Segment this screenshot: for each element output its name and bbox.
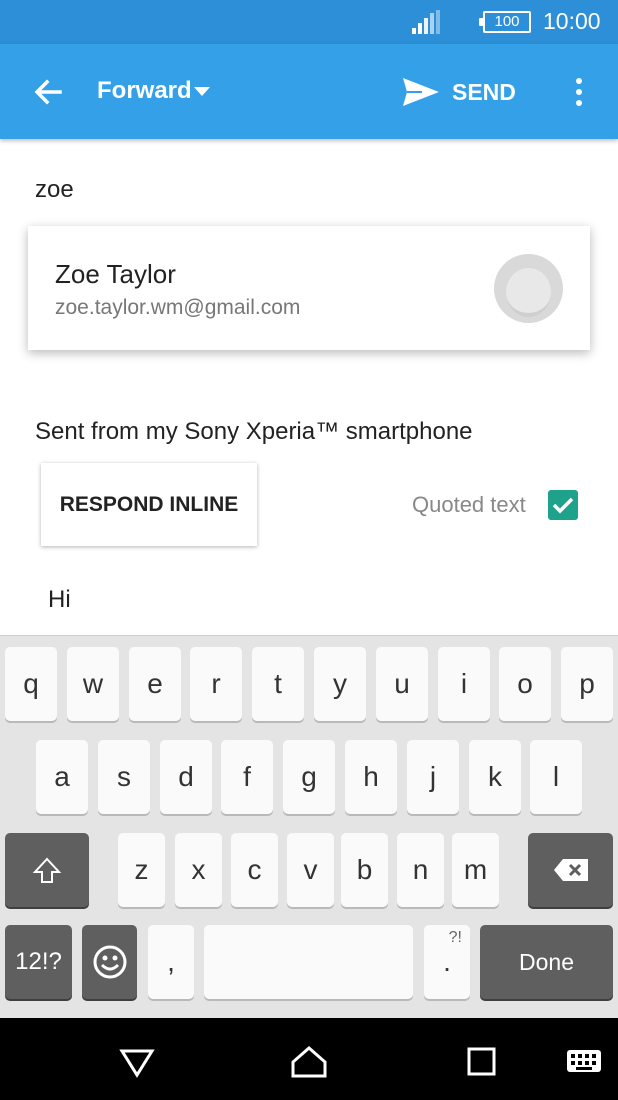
quoted-text-label: Quoted text xyxy=(412,492,526,517)
key-r[interactable]: r xyxy=(190,647,242,721)
key-b[interactable]: b xyxy=(341,833,388,907)
keyboard-icon[interactable] xyxy=(564,1043,604,1079)
contact-suggestion[interactable]: Zoe Taylor zoe.taylor.wm@gmail.com xyxy=(28,226,590,350)
quoted-text-checkbox[interactable] xyxy=(548,490,578,520)
app-bar: Forward SEND xyxy=(0,44,618,139)
status-bar: 100 10:00 xyxy=(0,0,618,44)
period-label: . xyxy=(443,946,451,977)
battery-icon: 100 xyxy=(479,11,531,33)
period-key[interactable]: ?! . xyxy=(424,925,470,999)
signal-icon xyxy=(412,10,440,34)
key-y[interactable]: y xyxy=(314,647,366,721)
key-l[interactable]: l xyxy=(530,740,582,814)
key-p[interactable]: p xyxy=(561,647,613,721)
key-j[interactable]: j xyxy=(407,740,459,814)
avatar xyxy=(494,254,563,323)
recents-icon[interactable] xyxy=(461,1043,501,1079)
signature-text: Sent from my Sony Xperia™ smartphone xyxy=(35,418,473,445)
message-body-input[interactable]: Hi xyxy=(48,586,71,614)
back-triangle-icon[interactable] xyxy=(117,1043,157,1079)
key-i[interactable]: i xyxy=(438,647,490,721)
done-key[interactable]: Done xyxy=(480,925,613,999)
suggestion-email: zoe.taylor.wm@gmail.com xyxy=(55,296,301,319)
comma-key[interactable]: , xyxy=(148,925,194,999)
key-f[interactable]: f xyxy=(221,740,273,814)
key-q[interactable]: q xyxy=(5,647,57,721)
key-d[interactable]: d xyxy=(160,740,212,814)
compose-mode-dropdown[interactable]: Forward xyxy=(97,77,192,105)
symbols-key[interactable]: 12!? xyxy=(5,925,72,999)
key-x[interactable]: x xyxy=(175,833,222,907)
key-e[interactable]: e xyxy=(129,647,181,721)
key-v[interactable]: v xyxy=(287,833,334,907)
key-t[interactable]: t xyxy=(252,647,304,721)
shift-icon xyxy=(32,857,62,883)
key-a[interactable]: a xyxy=(36,740,88,814)
navigation-bar xyxy=(0,1018,618,1100)
key-s[interactable]: s xyxy=(98,740,150,814)
soft-keyboard: q w e r t y u i o p a s d f g h j k l z … xyxy=(0,635,618,1018)
key-m[interactable]: m xyxy=(452,833,499,907)
key-z[interactable]: z xyxy=(118,833,165,907)
clock: 10:00 xyxy=(543,8,601,34)
to-field-input[interactable]: zoe xyxy=(35,176,74,204)
shift-key[interactable] xyxy=(5,833,89,907)
overflow-menu-icon[interactable] xyxy=(566,74,592,110)
key-n[interactable]: n xyxy=(397,833,444,907)
arrow-left-icon[interactable] xyxy=(30,74,66,110)
key-c[interactable]: c xyxy=(231,833,278,907)
backspace-key[interactable] xyxy=(528,833,613,907)
key-o[interactable]: o xyxy=(499,647,551,721)
home-icon[interactable] xyxy=(289,1043,329,1079)
send-button[interactable]: SEND xyxy=(402,70,516,114)
chevron-down-icon[interactable] xyxy=(194,87,210,96)
send-icon xyxy=(403,78,439,106)
send-label: SEND xyxy=(452,78,516,105)
respond-inline-button[interactable]: RESPOND INLINE xyxy=(41,463,257,546)
emoji-icon xyxy=(93,945,126,979)
period-alt-label: ?! xyxy=(448,929,462,946)
key-g[interactable]: g xyxy=(283,740,335,814)
key-u[interactable]: u xyxy=(376,647,428,721)
spacebar-key[interactable] xyxy=(204,925,413,999)
backspace-icon xyxy=(553,859,588,881)
suggestion-name: Zoe Taylor xyxy=(55,259,176,289)
emoji-key[interactable] xyxy=(82,925,137,999)
key-w[interactable]: w xyxy=(67,647,119,721)
check-icon xyxy=(552,497,574,514)
key-k[interactable]: k xyxy=(469,740,521,814)
key-h[interactable]: h xyxy=(345,740,397,814)
